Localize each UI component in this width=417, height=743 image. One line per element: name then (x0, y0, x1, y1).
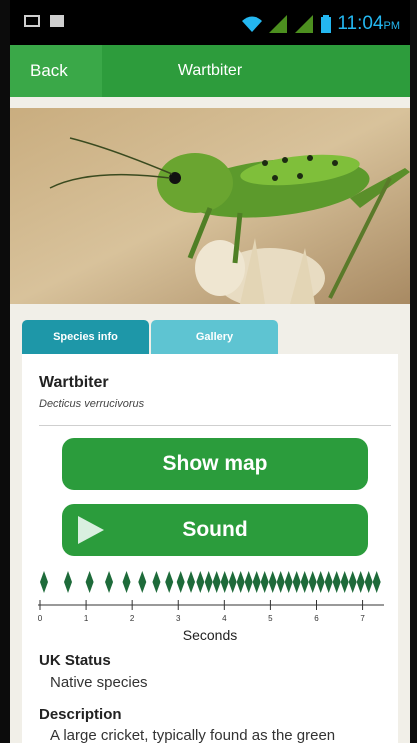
waveform-burst (220, 571, 229, 593)
species-name: Wartbiter (39, 374, 109, 391)
phone-screen: 11:04PM Back Wartbiter Species info Gall… (10, 0, 410, 743)
waveform-burst (228, 571, 237, 593)
waveform-burst (244, 571, 253, 593)
waveform-tick-label: 6 (314, 614, 319, 623)
description-text: A large cricket, typically found as the … (50, 727, 336, 743)
waveform-burst (204, 571, 213, 593)
sound-button[interactable]: Sound (62, 504, 368, 556)
show-map-button[interactable]: Show map (62, 438, 368, 490)
waveform-burst (276, 571, 285, 593)
waveform-burst (196, 571, 205, 593)
waveform-tick-label: 5 (268, 614, 273, 623)
waveform-burst (85, 571, 94, 593)
uk-status-heading: UK Status (39, 652, 111, 669)
app-bar: Back Wartbiter (10, 45, 410, 97)
waveform-burst (356, 571, 365, 593)
waveform-burst (292, 571, 301, 593)
play-icon (78, 516, 104, 544)
waveform-axis-label: Seconds (182, 627, 238, 643)
divider (39, 425, 391, 426)
waveform-burst (300, 571, 309, 593)
back-button[interactable]: Back (10, 45, 102, 97)
waveform-burst (138, 571, 147, 593)
waveform-burst (316, 571, 325, 593)
status-bar: 11:04PM (10, 0, 410, 45)
sound-label: Sound (182, 518, 248, 541)
show-map-label: Show map (162, 452, 268, 475)
waveform-burst (105, 571, 114, 593)
signal-icon (269, 15, 288, 33)
waveform-tick-label: 1 (84, 614, 89, 623)
screenshot-icon (24, 15, 40, 27)
waveform-burst (252, 571, 261, 593)
waveform-burst (324, 571, 333, 593)
waveform-burst (64, 571, 72, 593)
wifi-icon (242, 16, 263, 32)
signal-2-icon (295, 15, 314, 33)
waveform-burst (122, 571, 131, 593)
description-heading: Description (39, 706, 122, 723)
waveform-tick-label: 2 (130, 614, 135, 623)
waveform-burst (364, 571, 373, 593)
waveform-burst (332, 571, 341, 593)
cricket-photo-icon (10, 108, 410, 304)
waveform-burst (348, 571, 357, 593)
waveform-tick-label: 3 (176, 614, 181, 623)
waveform-tick-label: 0 (38, 614, 43, 623)
notification-icon (50, 15, 64, 27)
waveform-burst (176, 571, 185, 593)
sound-waveform: 0 1 2 3 4 5 6 7 (38, 571, 384, 623)
tab-gallery[interactable]: Gallery (151, 320, 278, 354)
waveform-burst (236, 571, 245, 593)
battery-icon (321, 15, 332, 33)
tab-species-info[interactable]: Species info (22, 320, 149, 354)
waveform-ticks: 0 1 2 3 4 5 6 7 (38, 600, 365, 623)
waveform-burst (284, 571, 293, 593)
waveform-burst (308, 571, 317, 593)
waveform-burst (212, 571, 221, 593)
species-photo (10, 108, 410, 304)
waveform-bursts (40, 571, 381, 593)
waveform-burst (268, 571, 277, 593)
waveform-burst (260, 571, 269, 593)
waveform-burst (340, 571, 349, 593)
waveform-burst (165, 571, 174, 593)
species-card: Wartbiter Decticus verrucivorus Show map… (22, 354, 398, 743)
status-time: 11:04PM (337, 13, 400, 34)
species-latin-name: Decticus verrucivorus (39, 398, 145, 410)
waveform-tick-label: 4 (222, 614, 227, 623)
uk-status-value: Native species (50, 674, 148, 691)
waveform-burst (372, 571, 381, 593)
waveform-burst (40, 571, 48, 593)
tab-bar: Species info Gallery (22, 320, 280, 354)
waveform-burst (187, 571, 196, 593)
waveform-tick-label: 7 (360, 614, 365, 623)
waveform-burst (152, 571, 161, 593)
